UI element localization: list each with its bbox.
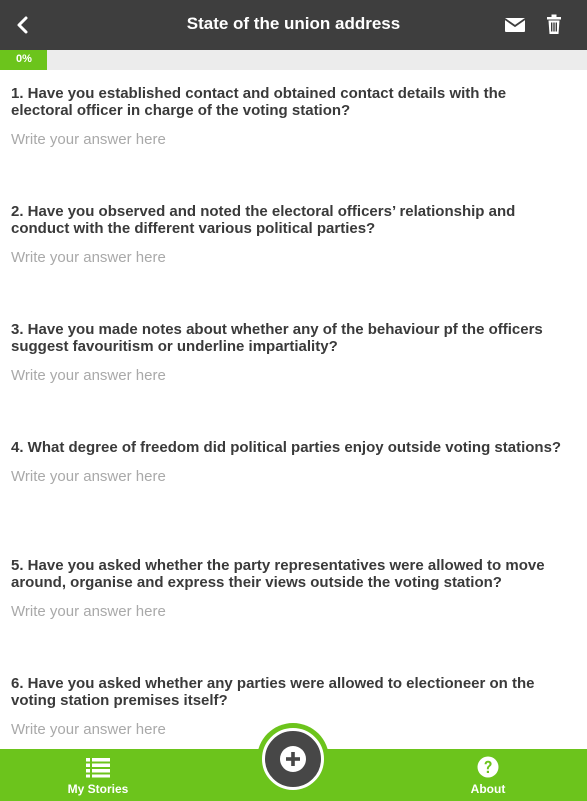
list-icon xyxy=(86,758,110,778)
answer-input[interactable] xyxy=(11,367,551,384)
nav-my-stories[interactable]: My Stories xyxy=(38,749,158,801)
question-text: 5. Have you asked whether the party repr… xyxy=(11,557,545,591)
answer-input[interactable] xyxy=(11,603,551,620)
question-item: 1. Have you established contact and obta… xyxy=(11,85,571,148)
trash-icon xyxy=(547,14,561,34)
envelope-icon xyxy=(504,18,526,32)
answer-input[interactable] xyxy=(11,131,551,148)
question-text: 3. Have you made notes about whether any… xyxy=(11,321,543,355)
question-item: 4. What degree of freedom did political … xyxy=(11,439,571,485)
nav-label: My Stories xyxy=(67,782,129,796)
question-circle-icon xyxy=(477,756,499,778)
delete-button[interactable] xyxy=(543,13,565,37)
question-text: 2. Have you observed and noted the elect… xyxy=(11,203,516,237)
email-button[interactable] xyxy=(503,14,527,36)
progress-bar: 0% xyxy=(0,50,587,70)
progress-label: 0% xyxy=(16,53,32,65)
question-item: 2. Have you observed and noted the elect… xyxy=(11,203,571,266)
plus-icon xyxy=(280,746,306,772)
question-text: 4. What degree of freedom did political … xyxy=(11,439,562,456)
nav-label: About xyxy=(470,782,506,796)
app-header: State of the union address xyxy=(0,0,587,50)
question-text: 6. Have you asked whether any parties we… xyxy=(11,675,535,709)
question-text: 1. Have you established contact and obta… xyxy=(11,85,507,119)
question-item: 3. Have you made notes about whether any… xyxy=(11,321,571,384)
add-story-button[interactable] xyxy=(262,728,324,790)
nav-about[interactable]: About xyxy=(428,749,548,801)
answer-input[interactable] xyxy=(11,468,551,485)
question-item: 5. Have you asked whether the party repr… xyxy=(11,557,571,620)
answer-input[interactable] xyxy=(11,249,551,266)
page-title: State of the union address xyxy=(186,14,401,33)
